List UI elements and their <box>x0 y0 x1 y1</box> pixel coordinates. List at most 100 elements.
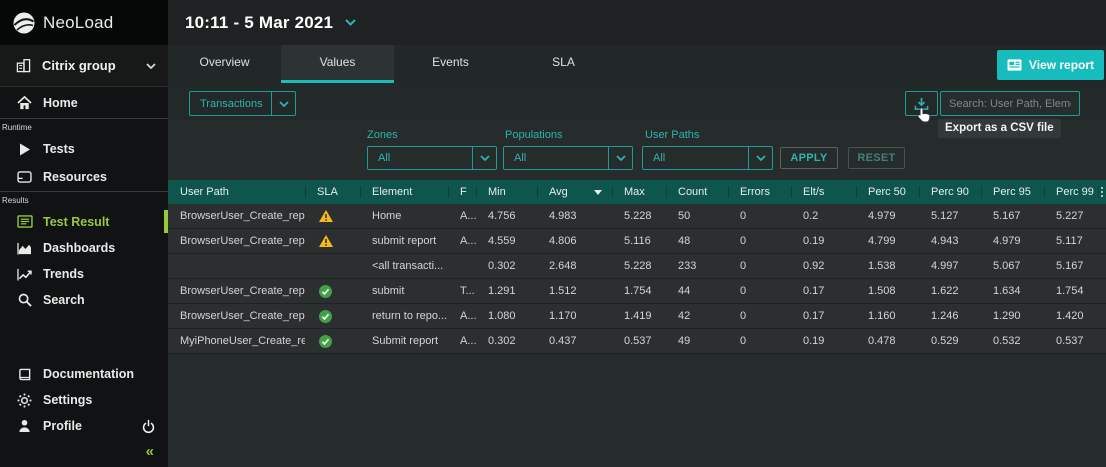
column-header[interactable]: Min <box>476 180 537 204</box>
cell-count: 44 <box>666 279 728 303</box>
table-row[interactable]: BrowserUser_Create_rep...submit reportA.… <box>168 229 1106 254</box>
sidebar-item-test-result[interactable]: Test Result <box>0 208 168 235</box>
user-paths-dropdown[interactable]: All <box>642 146 773 170</box>
table-body: BrowserUser_Create_rep...HomeA...4.7564.… <box>168 204 1106 354</box>
sidebar-item-search[interactable]: Search <box>0 287 168 313</box>
cell-f: A... <box>448 329 476 353</box>
search-input[interactable] <box>940 91 1080 116</box>
tab-bar: Overview Values Events SLA <box>168 45 1106 83</box>
cell-p90: 4.997 <box>919 254 981 278</box>
workspace-name: Citrix group <box>42 58 146 73</box>
column-header[interactable]: Perc 95 <box>981 180 1044 204</box>
table-row[interactable]: <all transacti...0.3022.6485.22823300.92… <box>168 254 1106 279</box>
tab-overview[interactable]: Overview <box>168 45 281 83</box>
organization-icon <box>16 58 31 73</box>
zones-dropdown[interactable]: All <box>367 146 497 170</box>
cell-p90: 0.529 <box>919 329 981 353</box>
sort-desc-icon <box>594 190 602 195</box>
table-row[interactable]: BrowserUser_Create_rep...submitT...1.291… <box>168 279 1106 304</box>
column-header[interactable]: Errors <box>728 180 791 204</box>
sidebar-item-label: Resources <box>43 170 168 184</box>
tab-events[interactable]: Events <box>394 45 507 83</box>
column-header[interactable]: Element <box>360 180 448 204</box>
table-row[interactable]: MyiPhoneUser_Create_re...Submit reportA.… <box>168 329 1106 354</box>
table-row[interactable]: BrowserUser_Create_rep...HomeA...4.7564.… <box>168 204 1106 229</box>
column-header[interactable]: Avg <box>537 180 612 204</box>
cell-elts: 0.92 <box>791 254 856 278</box>
table-header: User PathSLAElementFMinAvgMaxCountErrors… <box>168 180 1106 204</box>
cell-p99: 5.167 <box>1044 254 1098 278</box>
column-header[interactable]: Perc 90 <box>919 180 981 204</box>
power-icon[interactable] <box>141 419 156 434</box>
results-table: User PathSLAElementFMinAvgMaxCountErrors… <box>168 180 1106 354</box>
sidebar-collapse[interactable]: « <box>0 439 168 463</box>
tab-sla[interactable]: SLA <box>507 45 620 83</box>
reset-button[interactable]: RESET <box>848 147 905 169</box>
cell-element: Submit report <box>360 329 448 353</box>
cell-min: 1.291 <box>476 279 537 303</box>
cell-avg: 4.806 <box>537 229 612 253</box>
column-header[interactable]: Count <box>666 180 728 204</box>
column-header[interactable]: Max <box>612 180 666 204</box>
column-options-icon[interactable] <box>1098 180 1106 204</box>
apply-button[interactable]: APPLY <box>780 147 838 169</box>
sidebar-item-documentation[interactable]: Documentation <box>0 361 168 387</box>
cell-p50: 1.160 <box>856 304 919 328</box>
sidebar-item-resources[interactable]: Resources <box>0 163 168 191</box>
cell-min: 0.302 <box>476 329 537 353</box>
cell-count: 50 <box>666 204 728 228</box>
cell-avg: 1.512 <box>537 279 612 303</box>
cell-spacer <box>1098 204 1106 228</box>
export-tooltip: Export as a CSV file <box>938 119 1061 138</box>
column-header[interactable]: SLA <box>305 180 360 204</box>
chevron-down-icon[interactable] <box>345 19 356 26</box>
cell-p95: 5.167 <box>981 204 1044 228</box>
sidebar-item-tests[interactable]: Tests <box>0 135 168 163</box>
cell-max: 0.537 <box>612 329 666 353</box>
book-icon <box>16 368 33 381</box>
sidebar-item-home[interactable]: Home <box>0 87 168 118</box>
transactions-dropdown[interactable]: Transactions <box>189 91 296 116</box>
chevron-down-icon <box>608 147 632 169</box>
cell-errors: 0 <box>728 204 791 228</box>
cell-p90: 5.127 <box>919 204 981 228</box>
cell-avg: 1.170 <box>537 304 612 328</box>
column-header[interactable]: Perc 50 <box>856 180 919 204</box>
sidebar-item-settings[interactable]: Settings <box>0 387 168 413</box>
column-header[interactable]: Perc 99 <box>1044 180 1098 204</box>
main-content: 10:11 - 5 Mar 2021 Overview Values Event… <box>168 0 1106 467</box>
workspace-selector[interactable]: Citrix group <box>0 45 168 87</box>
dashboard-icon <box>16 242 33 255</box>
sla-success-icon <box>319 310 332 323</box>
cell-p50: 0.478 <box>856 329 919 353</box>
sidebar-item-label: Search <box>43 293 168 307</box>
cell-max: 1.419 <box>612 304 666 328</box>
column-header[interactable]: F <box>448 180 476 204</box>
sidebar-item-label: Test Result <box>43 215 168 229</box>
column-header[interactable]: Elt/s <box>791 180 856 204</box>
tab-values[interactable]: Values <box>281 45 394 83</box>
sidebar-item-label: Profile <box>43 419 141 433</box>
view-report-button[interactable]: View report <box>997 50 1104 80</box>
column-header[interactable]: User Path <box>168 180 305 204</box>
cell-max: 5.116 <box>612 229 666 253</box>
cell-spacer <box>1098 329 1106 353</box>
zones-dropdown-value: All <box>368 147 472 169</box>
cell-element: return to repo... <box>360 304 448 328</box>
cell-max: 5.228 <box>612 254 666 278</box>
report-icon <box>16 215 33 228</box>
sidebar-item-profile[interactable]: Profile <box>0 413 168 439</box>
cell-f: A... <box>448 304 476 328</box>
sidebar-item-label: Home <box>43 96 168 110</box>
cell-count: 48 <box>666 229 728 253</box>
cell-element: submit <box>360 279 448 303</box>
sidebar-item-trends[interactable]: Trends <box>0 261 168 287</box>
cell-spacer <box>1098 279 1106 303</box>
cell-p95: 4.979 <box>981 229 1044 253</box>
populations-dropdown[interactable]: All <box>503 146 633 170</box>
cell-p50: 1.508 <box>856 279 919 303</box>
cell-element: Home <box>360 204 448 228</box>
cell-p50: 4.799 <box>856 229 919 253</box>
sidebar-item-dashboards[interactable]: Dashboards <box>0 235 168 261</box>
table-row[interactable]: BrowserUser_Create_rep...return to repo.… <box>168 304 1106 329</box>
